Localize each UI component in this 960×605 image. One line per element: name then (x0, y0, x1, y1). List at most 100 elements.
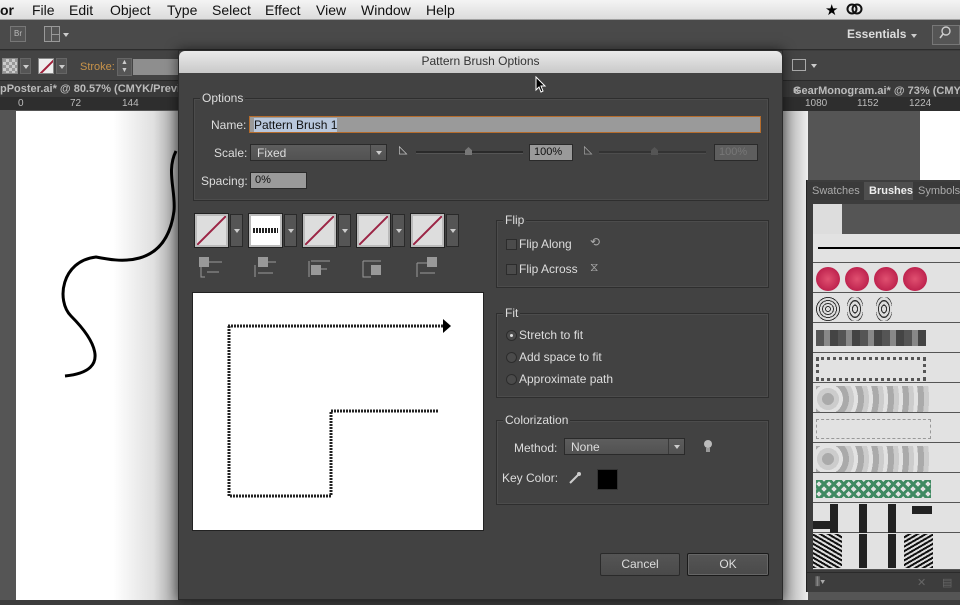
stretch-to-fit-label[interactable]: Stretch to fit (519, 328, 583, 342)
ok-button[interactable]: OK (687, 553, 769, 576)
knot-brush[interactable] (816, 480, 931, 498)
pinecone-brush[interactable] (876, 297, 892, 321)
start-tile[interactable] (356, 213, 391, 248)
frame-border-brush[interactable] (816, 357, 926, 381)
arrange-dropdown-icon[interactable] (63, 33, 69, 37)
dialog-titlebar[interactable]: Pattern Brush Options (179, 51, 782, 73)
stroke-label[interactable]: Stroke: (80, 61, 115, 73)
flower-brush[interactable] (903, 267, 927, 291)
brush-row-stroke-line[interactable] (813, 234, 960, 263)
app-menu[interactable]: or (0, 2, 14, 18)
flower-brush[interactable] (845, 267, 869, 291)
menu-type[interactable]: Type (167, 2, 197, 18)
brush-row-leaves[interactable] (813, 384, 960, 413)
brush-row-frame[interactable] (813, 354, 960, 383)
fill-dropdown[interactable] (20, 58, 31, 74)
stroke-weight-stepper[interactable]: ▲ ▼ (117, 58, 132, 76)
creative-cloud-icon[interactable] (846, 1, 864, 21)
tab-symbols[interactable]: Symbols (913, 182, 960, 200)
inner-corner-tile-dropdown[interactable] (338, 214, 351, 247)
menu-select[interactable]: Select (212, 2, 251, 18)
brush-row-stitched[interactable] (813, 414, 960, 443)
end-tile-dropdown[interactable] (446, 214, 459, 247)
eyedropper-icon[interactable] (568, 471, 582, 488)
remove-brush-stroke-icon[interactable]: ✕ (917, 576, 926, 589)
menu-help[interactable]: Help (426, 2, 455, 18)
menu-effect[interactable]: Effect (265, 2, 301, 18)
transform-icon[interactable] (792, 59, 806, 71)
key-color-swatch[interactable] (597, 469, 618, 490)
artboard-left[interactable] (16, 111, 178, 600)
stroke-weight-input[interactable] (133, 59, 178, 75)
brush-row-gears[interactable] (813, 324, 960, 353)
stretch-to-fit-radio[interactable] (506, 330, 517, 341)
menu-file[interactable]: File (32, 2, 55, 18)
end-tile[interactable] (410, 213, 445, 248)
tips-lightbulb-icon[interactable] (703, 439, 713, 456)
approximate-path-label[interactable]: Approximate path (519, 372, 613, 386)
inner-corner-tile[interactable] (302, 213, 337, 248)
method-select[interactable]: None (564, 438, 685, 455)
flip-along-checkbox[interactable] (506, 239, 517, 250)
pinecone-brush[interactable] (816, 297, 840, 321)
spacing-input[interactable]: 0% (250, 172, 307, 189)
side-tile[interactable] (194, 213, 229, 248)
workspace-switcher[interactable]: Essentials (847, 27, 906, 41)
fill-swatch[interactable] (2, 58, 18, 74)
approximate-path-radio[interactable] (506, 374, 517, 385)
rays-brush[interactable] (904, 534, 933, 568)
pinecone-brush[interactable] (847, 297, 863, 321)
brush-row-pinecones[interactable] (813, 294, 960, 323)
basic-stroke-brush[interactable] (818, 247, 960, 249)
tab-swatches[interactable]: Swatches (807, 182, 865, 200)
wavy-path[interactable] (16, 111, 178, 600)
brush-row-red-flowers[interactable] (813, 264, 960, 293)
flower-brush[interactable] (874, 267, 898, 291)
leaf-brush[interactable] (816, 446, 931, 472)
add-space-to-fit-label[interactable]: Add space to fit (519, 350, 602, 364)
brush-row-rays[interactable] (813, 534, 960, 570)
brush-row-leaves-2[interactable] (813, 444, 960, 473)
side-tile-dropdown[interactable] (230, 214, 243, 247)
stitched-brush[interactable] (816, 419, 931, 439)
brush-libraries-menu-icon[interactable]: ⫼▾ (815, 576, 825, 589)
brush-row-green-knots[interactable] (813, 474, 960, 503)
flower-brush[interactable] (816, 267, 840, 291)
film-brush[interactable] (813, 521, 838, 529)
cancel-button[interactable]: Cancel (600, 553, 680, 576)
film-brush[interactable] (888, 534, 896, 568)
scale-select[interactable]: Fixed (250, 144, 387, 161)
scale-min-input[interactable]: 100% (529, 144, 573, 161)
menu-window[interactable]: Window (361, 2, 411, 18)
brush-row-film[interactable] (813, 504, 960, 533)
brush-thumbnail[interactable] (813, 204, 842, 234)
film-brush[interactable] (888, 504, 896, 533)
flip-across-label[interactable]: Flip Across (519, 262, 578, 276)
star-icon[interactable]: ★ (825, 1, 838, 19)
flip-along-label[interactable]: Flip Along (519, 237, 572, 251)
stroke-dropdown[interactable] (56, 58, 67, 74)
rays-brush[interactable] (813, 534, 842, 568)
menu-object[interactable]: Object (110, 2, 150, 18)
menu-edit[interactable]: Edit (69, 2, 93, 18)
document-tab-left[interactable]: pPoster.ai* @ 80.57% (CMYK/Preview) (0, 81, 198, 97)
bridge-icon[interactable]: Br (10, 26, 26, 42)
search-input[interactable] (932, 25, 960, 45)
leaf-brush[interactable] (816, 386, 931, 412)
gear-border-brush[interactable] (816, 330, 926, 346)
brush-options-icon[interactable]: ▤ (942, 576, 952, 589)
film-brush[interactable] (859, 534, 867, 568)
flip-across-checkbox[interactable] (506, 264, 517, 275)
name-input[interactable]: Pattern Brush 1 (249, 116, 761, 133)
outer-corner-tile[interactable] (248, 213, 283, 248)
film-brush[interactable] (859, 504, 867, 533)
outer-corner-tile-dropdown[interactable] (284, 214, 297, 247)
document-tab-right[interactable]: × GearMonogram.ai* @ 73% (CMYK/ (783, 81, 960, 97)
menu-view[interactable]: View (316, 2, 346, 18)
artboard-right-2[interactable] (920, 111, 960, 181)
tab-brushes[interactable]: Brushes (864, 182, 919, 200)
workspace-dropdown-icon[interactable] (911, 34, 917, 38)
arrange-documents-icon[interactable] (44, 26, 60, 42)
artboard-right[interactable] (783, 111, 808, 600)
film-brush[interactable] (912, 506, 932, 514)
